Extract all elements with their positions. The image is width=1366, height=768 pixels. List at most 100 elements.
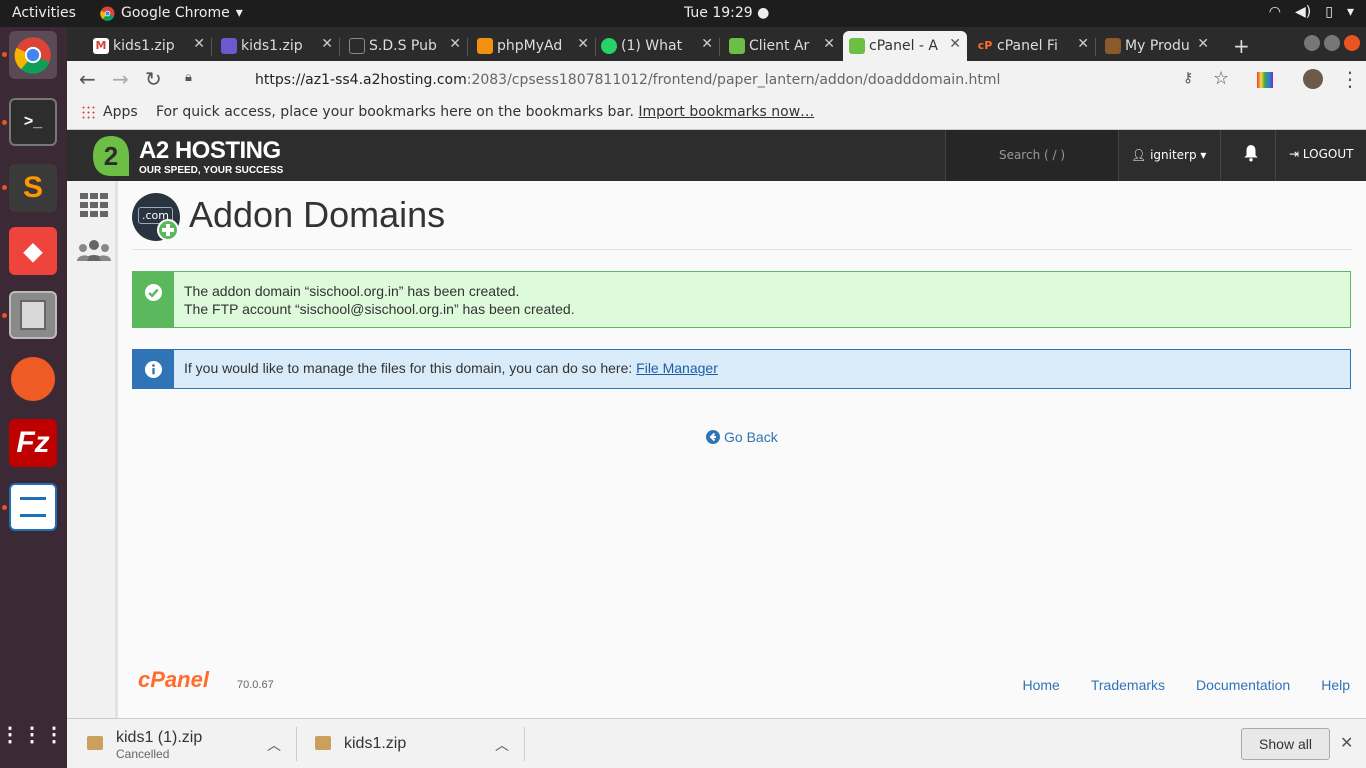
tab-label: kids1.zip: [241, 38, 303, 54]
color-extension-icon[interactable]: [1257, 72, 1273, 88]
new-tab-button[interactable]: +: [1227, 31, 1257, 61]
arrow-left-circle-icon: [706, 430, 720, 444]
chevron-up-icon[interactable]: ︿: [495, 735, 509, 755]
cpanel-version: 70.0.67: [237, 679, 274, 691]
footer-link-trademarks[interactable]: Trademarks: [1091, 677, 1165, 693]
reload-icon[interactable]: ↻: [145, 67, 162, 91]
address-bar[interactable]: https://az1-ss4.a2hosting.com:2083/cpses…: [255, 72, 1000, 88]
page-icon: [349, 38, 365, 54]
footer-link-documentation[interactable]: Documentation: [1196, 677, 1290, 693]
minimize-button[interactable]: [1304, 35, 1320, 51]
bell-icon[interactable]: [1242, 144, 1260, 162]
close-icon[interactable]: ✕: [449, 36, 461, 52]
file-cabinet-icon[interactable]: [9, 291, 57, 339]
go-back-link[interactable]: Go Back: [706, 429, 778, 445]
postman-icon[interactable]: [9, 355, 57, 403]
app-menu[interactable]: Google Chrome ▾: [100, 5, 243, 21]
close-icon[interactable]: ✕: [949, 36, 961, 52]
activities-button[interactable]: Activities: [12, 5, 76, 21]
tab-kids1-zip-gmail[interactable]: M kids1.zip ✕: [87, 31, 211, 61]
volume-icon: ◀): [1295, 4, 1312, 20]
key-icon[interactable]: ⚷: [1183, 70, 1193, 86]
close-icon[interactable]: ✕: [701, 36, 713, 52]
info-message: If you would like to manage the files fo…: [184, 360, 633, 376]
tab-separator: [1095, 38, 1096, 56]
libreoffice-writer-icon[interactable]: [9, 483, 57, 531]
show-apps-icon[interactable]: ⋮⋮⋮: [0, 711, 64, 759]
anydesk-icon[interactable]: ◆: [9, 227, 57, 275]
search-input[interactable]: Search ( / ): [945, 130, 1119, 181]
filezilla-icon[interactable]: Fz: [9, 419, 57, 467]
bookmarks-hint-text: For quick access, place your bookmarks h…: [156, 104, 634, 120]
product-icon: [1105, 38, 1121, 54]
lock-icon[interactable]: 🔒︎: [185, 70, 192, 85]
username: igniterp: [1150, 148, 1197, 162]
whatsapp-icon: [601, 38, 617, 54]
download-status: Cancelled: [116, 747, 170, 761]
download-item[interactable]: kids1 (1).zip Cancelled ︿: [67, 719, 297, 768]
star-icon[interactable]: ☆: [1213, 68, 1229, 89]
tab-separator: [339, 38, 340, 56]
forward-icon[interactable]: →: [112, 67, 129, 91]
tab-label: cPanel Fi: [997, 38, 1058, 54]
plus-circle-icon: [157, 219, 179, 241]
tab-separator: [467, 38, 468, 56]
terminal-icon[interactable]: >_: [9, 98, 57, 146]
apps-shortcut[interactable]: Apps: [81, 104, 138, 120]
close-icon[interactable]: ✕: [577, 36, 589, 52]
sublime-text-icon[interactable]: S: [9, 164, 57, 212]
divider: [1275, 130, 1276, 181]
bookmarks-bar: Apps For quick access, place your bookma…: [67, 98, 1366, 130]
close-icon[interactable]: ✕: [1197, 36, 1209, 52]
tab-cpanel-active[interactable]: cPanel - A ✕: [843, 31, 967, 61]
grid-icon[interactable]: [80, 193, 108, 217]
tab-phpmyadmin[interactable]: phpMyAd ✕: [471, 31, 595, 61]
close-icon[interactable]: ✕: [1077, 36, 1089, 52]
close-icon[interactable]: ✕: [193, 36, 205, 52]
window-close-button[interactable]: [1344, 35, 1360, 51]
tab-whatsapp[interactable]: (1) What ✕: [595, 31, 719, 61]
check-circle-icon: [144, 283, 163, 302]
menu-icon[interactable]: ⋮: [1340, 67, 1360, 91]
avatar[interactable]: [1303, 69, 1323, 89]
close-icon[interactable]: ✕: [823, 36, 835, 52]
footer-link-home[interactable]: Home: [1023, 677, 1060, 693]
zip-file-icon: [315, 736, 331, 750]
tab-kids1-zip-doc[interactable]: kids1.zip ✕: [215, 31, 339, 61]
show-all-button[interactable]: Show all: [1241, 728, 1330, 760]
footer-link-help[interactable]: Help: [1321, 677, 1350, 693]
system-tray[interactable]: ◠ ◀) ▯ ▾: [1269, 4, 1354, 20]
tab-label: My Produ: [1125, 38, 1190, 54]
logout-icon: ⇥: [1289, 147, 1300, 161]
tab-sds-pub[interactable]: S.D.S Pub ✕: [343, 31, 467, 61]
os-top-bar: Activities Google Chrome ▾ Tue 19:29 ● ◠…: [0, 0, 1366, 27]
user-menu[interactable]: 👤︎ igniterp ▾: [1131, 148, 1206, 162]
info-alert: If you would like to manage the files fo…: [132, 349, 1351, 389]
running-indicator: [2, 52, 7, 57]
chevron-down-icon: ▾: [1346, 4, 1354, 20]
import-bookmarks-link[interactable]: Import bookmarks now…: [638, 104, 814, 120]
tab-my-products[interactable]: My Produ ✕: [1099, 31, 1215, 61]
running-indicator: [2, 505, 7, 510]
clock[interactable]: Tue 19:29 ●: [684, 5, 769, 21]
maximize-button[interactable]: [1324, 35, 1340, 51]
tab-client-area[interactable]: Client Ar ✕: [723, 31, 841, 61]
cpanel-logo[interactable]: cPanel: [138, 667, 209, 693]
chevron-up-icon[interactable]: ︿: [267, 735, 281, 755]
back-icon[interactable]: ←: [79, 67, 96, 91]
gmail-icon: M: [93, 38, 109, 54]
download-item[interactable]: kids1.zip ︿: [295, 719, 525, 768]
tab-label: phpMyAd: [497, 38, 563, 54]
a2-hosting-logo[interactable]: 2 A2 HOSTING OUR SPEED, YOUR SUCCESS: [91, 134, 283, 178]
users-icon[interactable]: [77, 239, 111, 263]
close-icon[interactable]: ✕: [1340, 733, 1353, 753]
tab-label: (1) What: [621, 38, 683, 54]
zip-file-icon: [87, 736, 103, 750]
file-manager-link[interactable]: File Manager: [636, 360, 718, 376]
close-icon[interactable]: ✕: [321, 36, 333, 52]
tab-cpanel-file-manager[interactable]: cP cPanel Fi ✕: [971, 31, 1095, 61]
chrome-icon[interactable]: [9, 31, 57, 79]
logout-button[interactable]: ⇥ LOGOUT: [1289, 147, 1353, 161]
divider: [1220, 130, 1221, 181]
svg-text:2: 2: [104, 141, 118, 171]
